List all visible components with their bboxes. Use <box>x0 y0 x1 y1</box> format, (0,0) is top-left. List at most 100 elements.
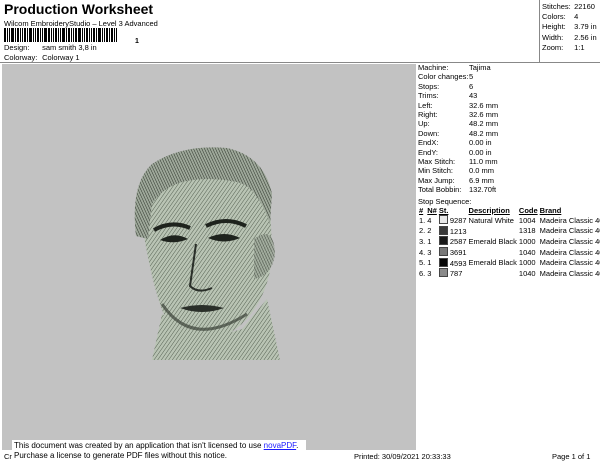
stat-colors: Colors: 4 <box>542 12 579 22</box>
row-description: Emerald Black <box>468 236 517 246</box>
row-brand: Madeira Classic 40 <box>539 215 600 225</box>
info-value: 32.6 mm <box>469 100 499 110</box>
page-title: Production Worksheet <box>4 1 154 17</box>
info-label: Down: <box>418 128 440 138</box>
col-code: Code <box>518 205 538 215</box>
table-row: 5. 1 4593 Emerald Black 1000 Madeira Classic … <box>418 257 600 269</box>
row-code: 1000 <box>518 236 536 246</box>
info-value: 11.0 mm <box>469 157 498 167</box>
license-notice: This document was created by an applicat… <box>12 440 306 462</box>
row-description <box>468 247 518 258</box>
info-label: Max Stitch: <box>418 157 456 167</box>
design-row: Design: sam smith 3,8 in <box>4 43 97 52</box>
row-code: 1000 <box>518 258 536 268</box>
printed-timestamp: Printed: 30/09/2021 20:33:33 <box>354 452 451 461</box>
table-row: 3. 1 2587 Emerald Black 1000 Madeira Classic … <box>418 236 600 247</box>
table-row: 1. 4 9287 Natural White 1004 Madeira Classic … <box>418 215 600 226</box>
info-label: EndX: <box>418 138 439 148</box>
row-needle: 1 <box>427 236 432 246</box>
row-stitches: 3691 <box>438 247 468 258</box>
row-needle: 1 <box>427 258 432 268</box>
notice-line-2: Purchase a license to generate PDF files… <box>14 451 227 460</box>
row-stitches: 2587 <box>438 236 468 247</box>
row-code: 1004 <box>518 215 536 225</box>
row-index: 3. <box>419 236 426 246</box>
info-value: 0.00 in <box>469 138 492 148</box>
info-value: 6.9 mm <box>469 175 495 185</box>
info-label: Up: <box>418 119 430 129</box>
row-needle: 2 <box>427 226 432 236</box>
row-description: Natural White <box>468 215 514 225</box>
color-swatch <box>438 215 448 225</box>
design-preview <box>2 64 416 450</box>
info-label: Left: <box>418 100 433 110</box>
colorway-row: Colorway: Colorway 1 <box>4 53 80 62</box>
info-label: Stops: <box>418 81 440 91</box>
table-row: 6. 3 787 1040 Madeira Classic 40 <box>418 268 600 279</box>
info-label: Max Jump: <box>418 175 455 185</box>
col-stitches: St. <box>438 205 449 215</box>
row-brand: Madeira Classic 40 <box>539 247 600 257</box>
row-brand: Madeira Classic 40 <box>539 268 600 278</box>
info-value: 0.00 in <box>469 147 492 157</box>
info-label: Total Bobbin: <box>418 185 462 195</box>
row-code: 1040 <box>518 268 536 278</box>
machine-info-row: Machine: Tajima <box>418 63 600 72</box>
row-index: 2. <box>419 226 426 236</box>
info-value: 5 <box>469 72 474 82</box>
info-value: Tajima <box>469 63 491 72</box>
machine-info-row: EndX: 0.00 in <box>418 138 600 147</box>
machine-info-list: Machine: Tajima Color changes: 5 Stops: 6 Trim… <box>418 63 600 195</box>
machine-info-row: Stops: 6 <box>418 82 600 91</box>
row-index: 4. <box>419 247 426 257</box>
row-brand: Madeira Classic 40 <box>539 258 600 268</box>
info-value: 43 <box>469 91 478 101</box>
row-description <box>468 268 518 279</box>
col-index: # <box>419 205 424 215</box>
barcode <box>4 28 134 42</box>
machine-info-row: Left: 32.6 mm <box>418 101 600 110</box>
row-needle: 3 <box>427 268 432 278</box>
machine-info-row: Min Stitch: 0.0 mm <box>418 166 600 175</box>
stop-sequence-table: # N# St. Description Code Brand 1. 4 9287 N… <box>418 206 600 279</box>
info-label: Machine: <box>418 63 449 72</box>
col-brand: Brand <box>539 205 562 215</box>
machine-info-panel: Machine: Tajima Color changes: 5 Stops: 6 Trim… <box>418 63 600 452</box>
design-label: Design: <box>4 43 30 52</box>
color-swatch <box>438 225 448 235</box>
row-description: Emerald Black <box>468 258 517 268</box>
design-value: sam smith 3,8 in <box>42 43 97 52</box>
row-brand: Madeira Classic 40 <box>539 226 600 236</box>
info-value: 48.2 mm <box>469 128 499 138</box>
info-value: 132.70ft <box>469 185 497 195</box>
novapdf-link[interactable]: novaPDF <box>264 441 296 450</box>
row-stitches: 4593 <box>438 257 468 269</box>
stat-height: Height: 3.79 in <box>542 22 597 32</box>
info-label: Color changes: <box>418 72 469 82</box>
machine-info-row: Max Jump: 6.9 mm <box>418 176 600 185</box>
machine-info-row: EndY: 0.00 in <box>418 148 600 157</box>
table-row: 2. 2 1213 1318 Madeira Classic 40 <box>418 225 600 237</box>
table-row: 4. 3 3691 1040 Madeira Classic 40 <box>418 247 600 258</box>
design-stats: Stitches: 22160 Colors: 4 Height: 3.79 i… <box>542 2 597 53</box>
row-index: 1. <box>419 215 426 225</box>
software-name: Wilcom EmbroideryStudio – Level 3 Advanc… <box>4 19 158 28</box>
row-description <box>468 226 518 237</box>
row-stitches: 9287 <box>438 215 468 226</box>
color-swatch <box>438 268 448 278</box>
ear-shape <box>254 234 275 279</box>
machine-info-row: Right: 32.6 mm <box>418 110 600 119</box>
machine-info-row: Up: 48.2 mm <box>418 119 600 128</box>
row-needle: 4 <box>427 215 432 225</box>
row-stitches: 787 <box>438 268 468 279</box>
notice-line-1: This document was created by an applicat… <box>14 441 299 450</box>
info-value: 6 <box>469 81 474 91</box>
col-description: Description <box>468 205 510 215</box>
colorway-label: Colorway: <box>4 53 38 62</box>
barcode-tag: 1 <box>135 38 139 45</box>
row-stitches: 1213 <box>438 225 468 237</box>
machine-info-row: Max Stitch: 11.0 mm <box>418 157 600 166</box>
row-index: 6. <box>419 268 426 278</box>
machine-info-row: Total Bobbin: 132.70ft <box>418 185 600 194</box>
stop-sequence-title: Stop Sequence: <box>418 196 472 206</box>
